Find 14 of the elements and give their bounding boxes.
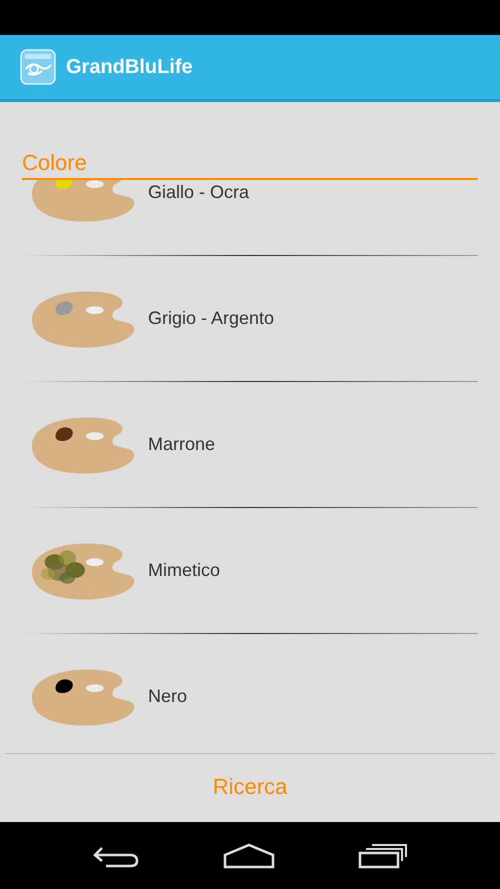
item-label: Marrone [148, 434, 216, 455]
list-item[interactable]: Mimetico [0, 508, 500, 633]
app-logo-icon [20, 49, 56, 85]
item-label: Nero [148, 686, 188, 707]
recent-apps-icon[interactable] [358, 842, 408, 868]
item-label: Giallo - Ocra [148, 182, 250, 203]
item-label: Mimetico [148, 560, 220, 581]
list-item[interactable]: Nero [0, 634, 500, 732]
item-label: Grigio - Argento [148, 308, 274, 329]
home-icon[interactable] [222, 842, 275, 868]
list-item[interactable]: Marrone [0, 382, 500, 507]
app-title: GrandBluLife [66, 56, 193, 78]
list-item[interactable]: Giallo - Ocra [0, 180, 500, 255]
list-item[interactable]: Grigio - Argento [0, 256, 500, 381]
